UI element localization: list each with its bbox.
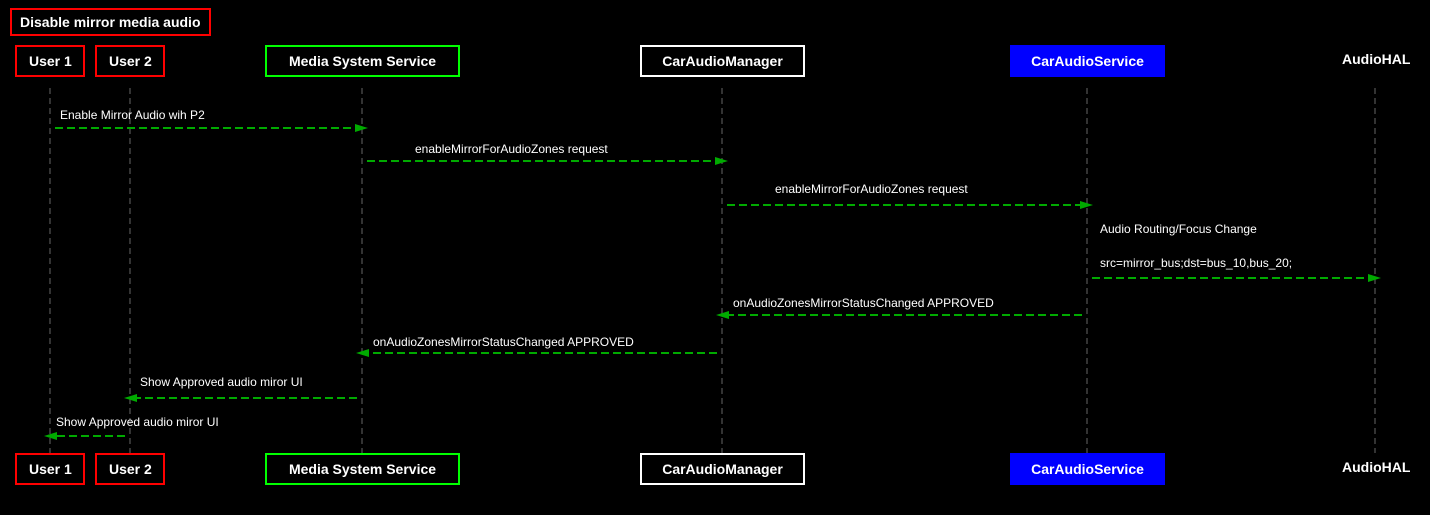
msg8-label: Show Approved audio miror UI	[56, 415, 219, 429]
actor-cam-top: CarAudioManager	[640, 45, 805, 77]
title-box: Disable mirror media audio	[10, 8, 211, 36]
actor-user1-bottom: User 1	[15, 453, 85, 485]
msg7-label: Show Approved audio miror UI	[140, 375, 303, 389]
actor-audiohal-bottom: AudioHAL	[1330, 453, 1420, 481]
actor-user2-bottom: User 2	[95, 453, 165, 485]
msg4-sublabel: src=mirror_bus;dst=bus_10,bus_20;	[1100, 256, 1292, 270]
actor-audiohal-top: AudioHAL	[1330, 45, 1420, 73]
msg4-label: Audio Routing/Focus Change	[1100, 222, 1257, 236]
diagram-container: Disable mirror media audio	[0, 0, 1430, 515]
msg1-label: Enable Mirror Audio wih P2	[60, 108, 205, 122]
msg2-label: enableMirrorForAudioZones request	[415, 142, 608, 156]
actor-user2-top: User 2	[95, 45, 165, 77]
actor-cas-top: CarAudioService	[1010, 45, 1165, 77]
actor-cas-bottom: CarAudioService	[1010, 453, 1165, 485]
msg5-label: onAudioZonesMirrorStatusChanged APPROVED	[733, 296, 994, 310]
actor-cam-bottom: CarAudioManager	[640, 453, 805, 485]
actor-mss-top: Media System Service	[265, 45, 460, 77]
title-text: Disable mirror media audio	[20, 14, 201, 30]
msg6-label: onAudioZonesMirrorStatusChanged APPROVED	[373, 335, 634, 349]
msg3-label: enableMirrorForAudioZones request	[775, 182, 968, 196]
actor-mss-bottom: Media System Service	[265, 453, 460, 485]
actor-user1-top: User 1	[15, 45, 85, 77]
